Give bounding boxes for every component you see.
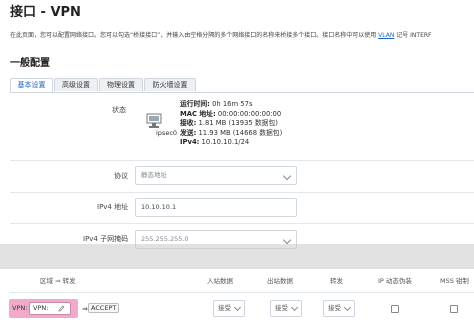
zone-name: VPN: [33,304,49,312]
protocol-label: 协议 [114,172,128,180]
description-suffix: 记号 INTERF [394,32,432,39]
status-line-rx: 接收: 1.81 MB (13935 数据包) [180,119,278,127]
mss-clamping-checkbox[interactable] [450,305,458,313]
divider [10,192,474,193]
column-header-mss-clamping: MSS 钳制 [440,277,469,285]
output-policy-value: 接受 [275,304,288,312]
zone-table-header: 区域 ⇒ 转发 入站数据 出站数据 转发 IP 动态伪装 MSS 钳制 [0,275,474,287]
section-title: 一般配置 [10,58,50,69]
column-header-zone: 区域 ⇒ 转发 [40,277,76,285]
zone-prefix: VPN: [12,304,28,312]
chevron-down-icon [282,171,292,181]
forward-policy-value: 接受 [328,304,341,312]
status-line-mac: MAC 地址: 00:00:00:00:00:00 [180,109,282,118]
masquerade-checkbox[interactable] [391,305,399,313]
tab-firewall-settings[interactable]: 防火墙设置 [144,78,196,91]
overlay-band [0,244,474,269]
table-row: VPN: VPN: ⇒ ACCEPT 接受 接受 接受 [0,298,474,320]
chevron-down-icon [343,303,352,312]
forward-policy-select[interactable]: 接受 [323,300,355,317]
interface-name: ipsec0 [156,129,178,137]
chevron-down-icon [233,303,242,312]
zone-badge-vpn: VPN: VPN: [9,299,78,318]
settings-tabs: 基本设置 高级设置 物理设置 防火墙设置 [10,78,474,93]
tab-physical-settings[interactable]: 物理设置 [99,78,143,91]
vlan-link[interactable]: VLAN [378,32,394,39]
input-policy-value: 接受 [218,304,231,312]
output-policy-select[interactable]: 接受 [270,300,302,317]
network-interface-icon [146,113,162,128]
ipv4-address-field[interactable]: 10.10.10.1 [135,198,297,217]
status-line-uptime: 运行时间: 0h 16m 57s [180,100,253,108]
zone-name-button[interactable]: VPN: [29,302,71,315]
netmask-label: IPv4 子网掩码 [83,235,129,243]
chevron-down-icon [282,235,292,245]
page-description: 在此页面，您可以配置网络接口。您可以勾选“桥接接口”，并输入由空格分隔的多个网络… [10,30,474,39]
tab-basic-settings[interactable]: 基本设置 [10,78,53,92]
divider [10,292,474,293]
column-header-forward: 转发 [330,277,343,285]
column-header-input: 入站数据 [207,277,233,285]
column-header-masquerade: IP 动态伪装 [378,277,412,285]
status-line-ipv4: IPv4: 10.10.10.1/24 [180,138,250,146]
page-title: 接口 - VPN [10,5,81,20]
chevron-down-icon [290,303,299,312]
edit-icon [58,305,65,312]
protocol-select[interactable]: 静态地址 [135,166,297,185]
ipv4-address-label: IPv4 地址 [97,203,129,211]
column-header-output: 出站数据 [267,277,293,285]
interface-vpn-page: 接口 - VPN 在此页面，您可以配置网络接口。您可以勾选“桥接接口”，并输入由… [0,0,474,327]
forward-arrow: ⇒ [82,305,88,313]
description-text: 在此页面，您可以配置网络接口。您可以勾选“桥接接口”，并输入由空格分隔的多个网络… [10,32,379,39]
netmask-value: 255.255.255.0 [141,235,189,243]
divider [10,160,474,161]
tab-advanced-settings[interactable]: 高级设置 [54,78,98,91]
input-policy-select[interactable]: 接受 [213,300,245,317]
forward-target-badge: ACCEPT [88,303,120,313]
divider [10,223,474,224]
protocol-value: 静态地址 [141,171,167,179]
status-label: 状态 [112,106,126,114]
status-details: 运行时间: 0h 16m 57s MAC 地址: 00:00:00:00:00:… [180,100,282,148]
status-line-tx: 发送: 11.93 MB (14668 数据包) [180,128,283,137]
